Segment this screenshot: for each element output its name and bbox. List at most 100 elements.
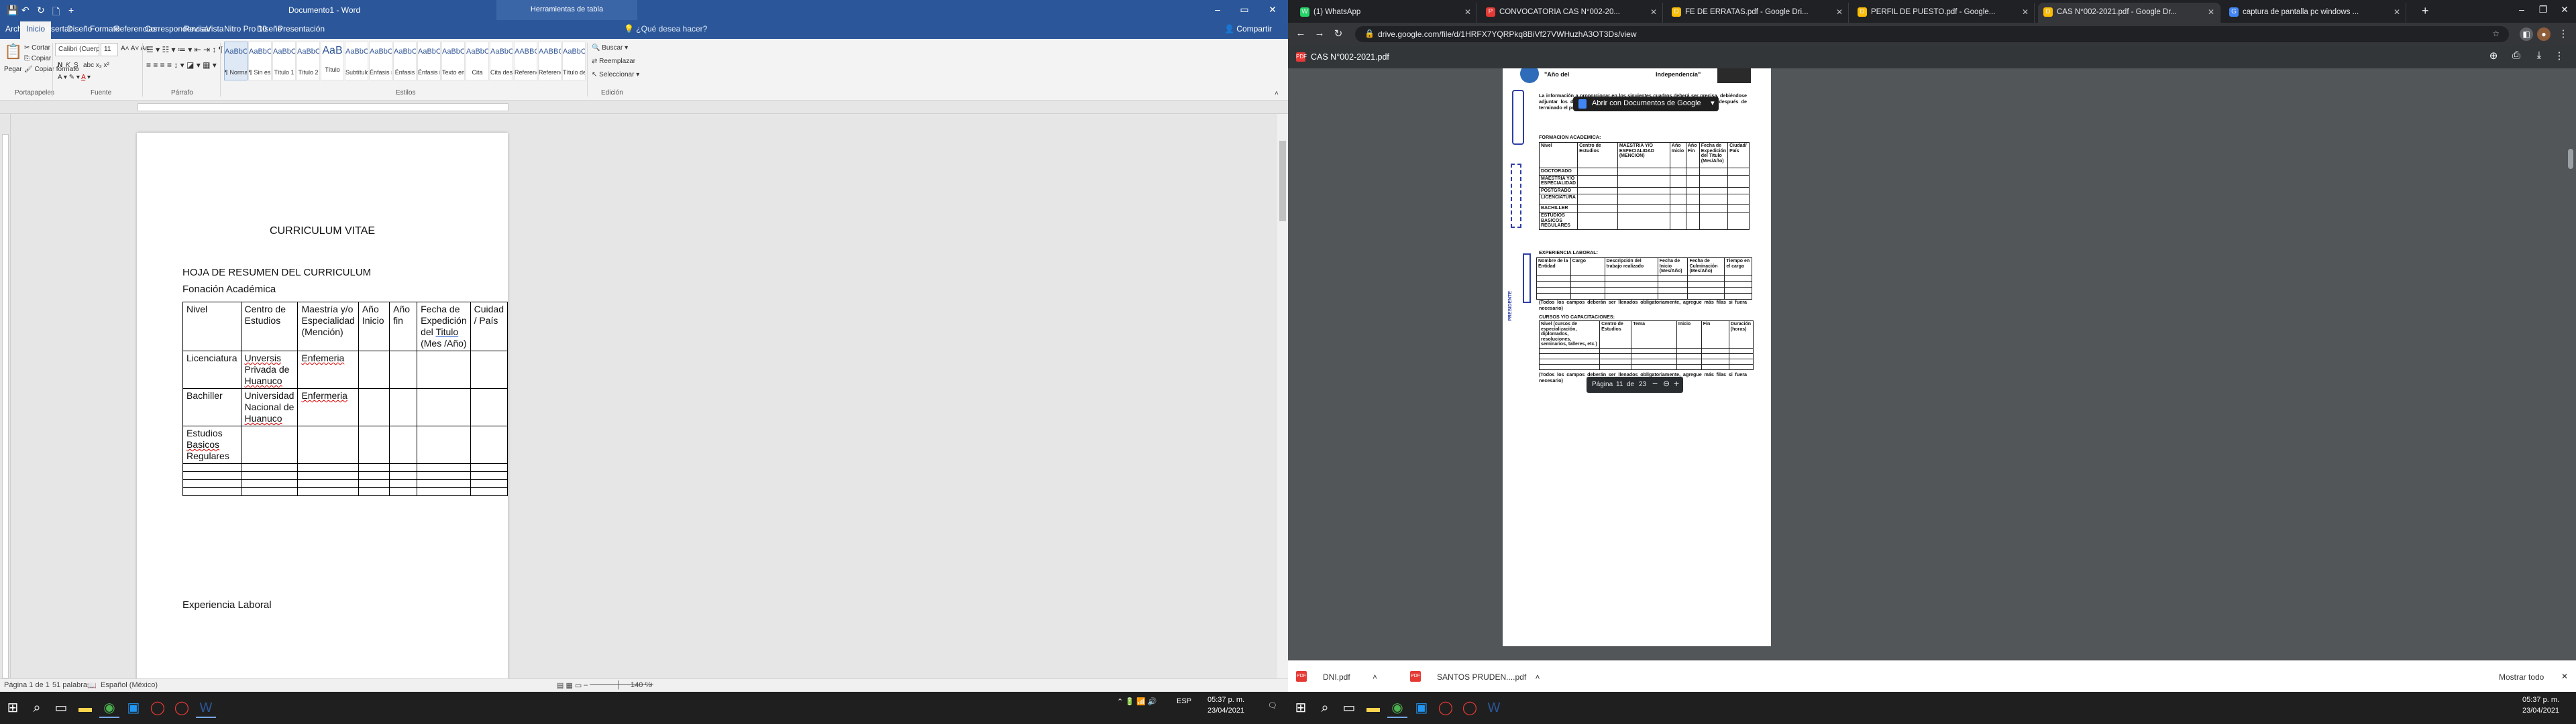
opera-icon[interactable]: ◯ xyxy=(1460,698,1480,718)
table-cell[interactable] xyxy=(182,487,241,496)
language[interactable]: Español (México) xyxy=(101,681,158,689)
table-cell[interactable] xyxy=(297,426,359,464)
tray-icons[interactable]: ⌃ 🔋 📶 🔊 xyxy=(1117,697,1157,706)
strikethrough-icon[interactable]: abc x₂ x² xyxy=(83,62,109,69)
clock-time[interactable]: 05:37 p. m. xyxy=(2522,696,2559,704)
table-cell[interactable] xyxy=(182,463,241,472)
table-cell[interactable] xyxy=(358,463,390,472)
style-gallery-item[interactable]: AaBbCcDc ¶ Normal xyxy=(224,42,248,80)
tab-diseno[interactable]: Diseño xyxy=(67,24,92,34)
save-icon[interactable]: 💾 xyxy=(7,5,18,16)
style-gallery-item[interactable]: AaBbCcDc Cita desta... xyxy=(490,42,513,80)
style-gallery-item[interactable]: AaBbCcDc Título del l... xyxy=(562,42,586,80)
reload-icon[interactable]: ↻ xyxy=(1331,27,1346,40)
document-page[interactable]: CURRICULUM VITAE HOJA DE RESUMEN DEL CUR… xyxy=(137,133,508,678)
style-gallery-item[interactable]: AaBbCcC Subtítulo xyxy=(345,42,368,80)
close-tab-icon[interactable]: ✕ xyxy=(2208,7,2214,17)
close-tab-icon[interactable]: ✕ xyxy=(1650,7,1657,17)
table-cell[interactable] xyxy=(470,351,508,389)
header-cell[interactable]: Maestría y/o Especialidad (Mención) xyxy=(297,302,359,351)
header-cell[interactable]: Centro de Estudios xyxy=(240,302,299,351)
task-view-icon[interactable]: ▭ xyxy=(1339,698,1359,718)
table-cell[interactable] xyxy=(470,471,508,480)
redo-icon[interactable]: ↻ xyxy=(37,5,45,16)
table-cell[interactable] xyxy=(182,479,241,488)
word-count[interactable]: 51 palabras xyxy=(52,681,91,689)
table-cell[interactable]: Bachiller xyxy=(182,388,241,426)
table-cell[interactable] xyxy=(470,487,508,496)
browser-tab[interactable]: Gcaptura de pantalla pc windows ... ✕ xyxy=(2224,3,2406,23)
tab-table-layout[interactable]: Presentación xyxy=(278,24,325,34)
new-document-icon[interactable]: 🗋 xyxy=(52,5,60,21)
table-cell[interactable] xyxy=(417,463,471,472)
bold-button[interactable]: N xyxy=(58,62,62,69)
back-icon[interactable]: ← xyxy=(1293,27,1308,39)
close-tab-icon[interactable]: ✕ xyxy=(2022,7,2029,17)
vertical-scrollbar[interactable] xyxy=(1277,114,1288,678)
share-button[interactable]: 👤 Compartir xyxy=(1224,24,1272,34)
style-gallery-item[interactable]: AaBbCcDc ¶ Sin espa... xyxy=(248,42,272,80)
table-cell[interactable] xyxy=(417,388,471,426)
clock-date[interactable]: 23/04/2021 xyxy=(2522,707,2559,715)
table-cell[interactable] xyxy=(297,487,359,496)
task-view-icon[interactable]: ▭ xyxy=(51,698,71,718)
style-gallery-item[interactable]: AaB Título xyxy=(321,42,344,80)
academic-table[interactable]: Nivel Centro de Estudios Maestría y/o Es… xyxy=(182,302,508,496)
scroll-thumb[interactable] xyxy=(1279,141,1286,221)
collapse-ribbon-icon[interactable]: ˄ xyxy=(1275,90,1279,97)
style-gallery-item[interactable]: AaBbCcDc Énfasis int... xyxy=(417,42,441,80)
add-to-drive-icon[interactable]: ⊕ xyxy=(2485,50,2502,62)
zoom-out-icon[interactable]: − xyxy=(1652,378,1658,389)
opera-icon[interactable]: ◯ xyxy=(1436,698,1456,718)
find-button[interactable]: 🔍 Buscar ▾ xyxy=(592,44,628,52)
more-options-icon[interactable]: ⋮ xyxy=(2551,50,2568,62)
input-language[interactable]: ESP xyxy=(1177,697,1191,705)
zoom-in-icon[interactable]: + xyxy=(1674,378,1679,389)
underline-button[interactable]: S xyxy=(74,62,78,69)
maximize-button[interactable]: ❐ xyxy=(2533,4,2553,15)
add-icon[interactable]: + xyxy=(68,5,74,15)
header-cell[interactable]: Año Inicio xyxy=(358,302,390,351)
table-cell[interactable] xyxy=(389,463,418,472)
table-cell[interactable] xyxy=(417,351,471,389)
vertical-ruler[interactable] xyxy=(0,114,11,678)
close-icon[interactable]: ✕ xyxy=(2561,672,2568,681)
opera-icon[interactable]: ◯ xyxy=(172,698,192,718)
table-cell[interactable]: Estudios Basicos Regulares xyxy=(182,426,241,464)
table-cell[interactable] xyxy=(240,479,299,488)
align-icons[interactable]: ≡ ≡ ≡ ≡ ↕ ▾ ◪ ▾ ▦ ▾ xyxy=(146,60,217,70)
page-count[interactable]: Página 1 de 1 xyxy=(4,681,50,689)
star-icon[interactable]: ☆ xyxy=(2492,29,2500,38)
table-cell[interactable] xyxy=(470,426,508,464)
copy-button[interactable]: ⎘ Copiar xyxy=(24,55,51,62)
forward-icon[interactable]: → xyxy=(1312,27,1327,39)
table-cell[interactable] xyxy=(470,463,508,472)
style-gallery-item[interactable]: AABBCCDE Referencia... xyxy=(538,42,561,80)
browser-tab[interactable]: P CONVOCATORIA CAS N°002-20... ✕ xyxy=(1481,3,1663,23)
format-painter-button[interactable]: 🖌 Copiar formato xyxy=(24,66,79,73)
kebab-menu-icon[interactable]: ⋮ xyxy=(2556,27,2571,40)
close-tab-icon[interactable]: ✕ xyxy=(1836,7,1843,17)
windows-start-icon[interactable]: ⊞ xyxy=(3,698,23,718)
style-gallery-item[interactable]: AaBbCcDc Cita xyxy=(466,42,489,80)
italic-button[interactable]: K xyxy=(66,62,70,69)
close-tab-icon[interactable]: ✕ xyxy=(1464,7,1471,17)
table-cell[interactable] xyxy=(417,487,471,496)
minimize-button[interactable]: – xyxy=(2512,4,2532,15)
horizontal-ruler[interactable] xyxy=(0,101,1288,114)
address-bar[interactable]: 🔒 drive.google.com/file/d/1HRFX7YQRPkq8B… xyxy=(1355,26,2509,42)
search-icon[interactable]: ⌕ xyxy=(27,698,47,718)
page-current[interactable]: 11 xyxy=(1616,381,1623,388)
font-size-box[interactable]: 11 xyxy=(101,43,118,56)
windows-app-icon[interactable]: ▣ xyxy=(1411,698,1432,718)
table-cell[interactable] xyxy=(389,471,418,480)
scroll-thumb[interactable] xyxy=(2568,149,2573,169)
table-cell[interactable] xyxy=(389,351,418,389)
text-effects-icon[interactable]: A ▾ ✎ ▾ A ▾ xyxy=(58,74,91,81)
chrome-icon[interactable]: ◉ xyxy=(99,698,119,718)
chevron-down-icon[interactable]: ▾ xyxy=(1711,99,1715,107)
close-tab-icon[interactable]: ✕ xyxy=(2394,7,2400,17)
browser-tab[interactable]: D FE DE ERRATAS.pdf - Google Dri... ✕ xyxy=(1666,3,1849,23)
browser-tab[interactable]: D PERFIL DE PUESTO.pdf - Google... ✕ xyxy=(1852,3,2035,23)
table-cell[interactable] xyxy=(182,471,241,480)
